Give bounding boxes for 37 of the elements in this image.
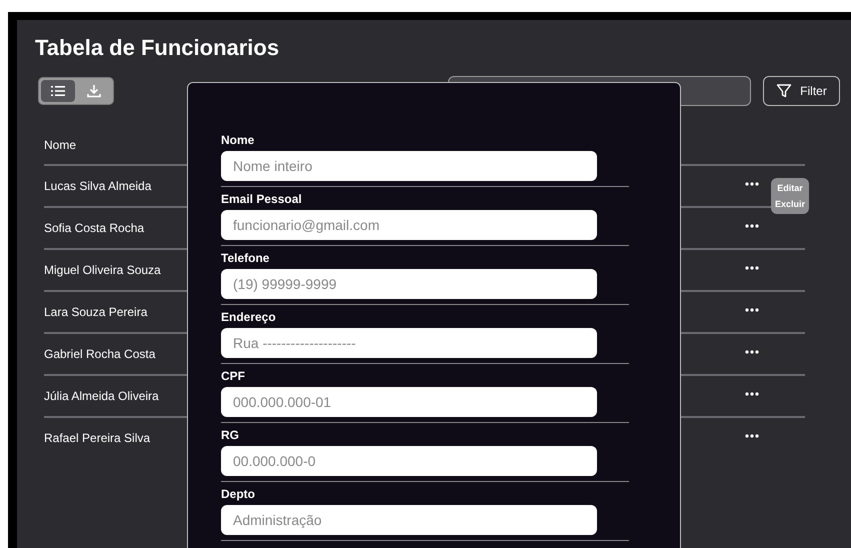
- more-icon[interactable]: [745, 182, 759, 186]
- input-field[interactable]: 00.000.000-0: [221, 446, 597, 476]
- list-icon: [51, 85, 65, 97]
- input-field[interactable]: funcionario@gmail.com: [221, 210, 597, 240]
- table-cell: Lara Souza Pereira: [44, 305, 148, 319]
- table-cell: Sofia Costa Rocha: [44, 221, 144, 235]
- more-icon[interactable]: [745, 434, 759, 438]
- input-field[interactable]: (19) 99999-9999: [221, 269, 597, 299]
- menu-item[interactable]: Editar: [775, 183, 806, 193]
- field-label: Depto: [221, 487, 256, 502]
- column-header: Nome: [44, 138, 76, 152]
- more-icon[interactable]: [745, 224, 759, 228]
- field-label: Nome: [221, 133, 256, 148]
- table-cell: Miguel Oliveira Souza: [44, 263, 161, 277]
- download-icon: [87, 84, 101, 98]
- filter-button[interactable]: Filter: [763, 76, 840, 106]
- more-icon[interactable]: [745, 308, 759, 312]
- table-cell: Rafael Pereira Silva: [44, 431, 150, 445]
- filter-icon: [776, 83, 792, 99]
- more-icon[interactable]: [745, 266, 759, 270]
- table-cell: Gabriel Rocha Costa: [44, 347, 156, 361]
- input-field[interactable]: Nome inteiro: [221, 151, 597, 181]
- more-icon[interactable]: [745, 350, 759, 354]
- field-label: Telefone: [221, 251, 270, 266]
- page-title: Tabela de Funcionarios: [35, 34, 280, 62]
- field-label: RG: [221, 428, 240, 443]
- more-icon[interactable]: [745, 392, 759, 396]
- menu-item[interactable]: Excluir: [775, 199, 806, 209]
- table-cell: Júlia Almeida Oliveira: [44, 389, 159, 403]
- field-label: Email Pessoal: [221, 192, 303, 207]
- input-field[interactable]: 000.000.000-01: [221, 387, 597, 417]
- list-view-button[interactable]: [41, 80, 75, 102]
- table-cell: Lucas Silva Almeida: [44, 179, 152, 193]
- input-field[interactable]: Administração: [221, 505, 597, 535]
- input-field[interactable]: Rua --------------------: [221, 328, 597, 358]
- field-label: CPF: [221, 369, 246, 384]
- field-label: Endereço: [221, 310, 277, 325]
